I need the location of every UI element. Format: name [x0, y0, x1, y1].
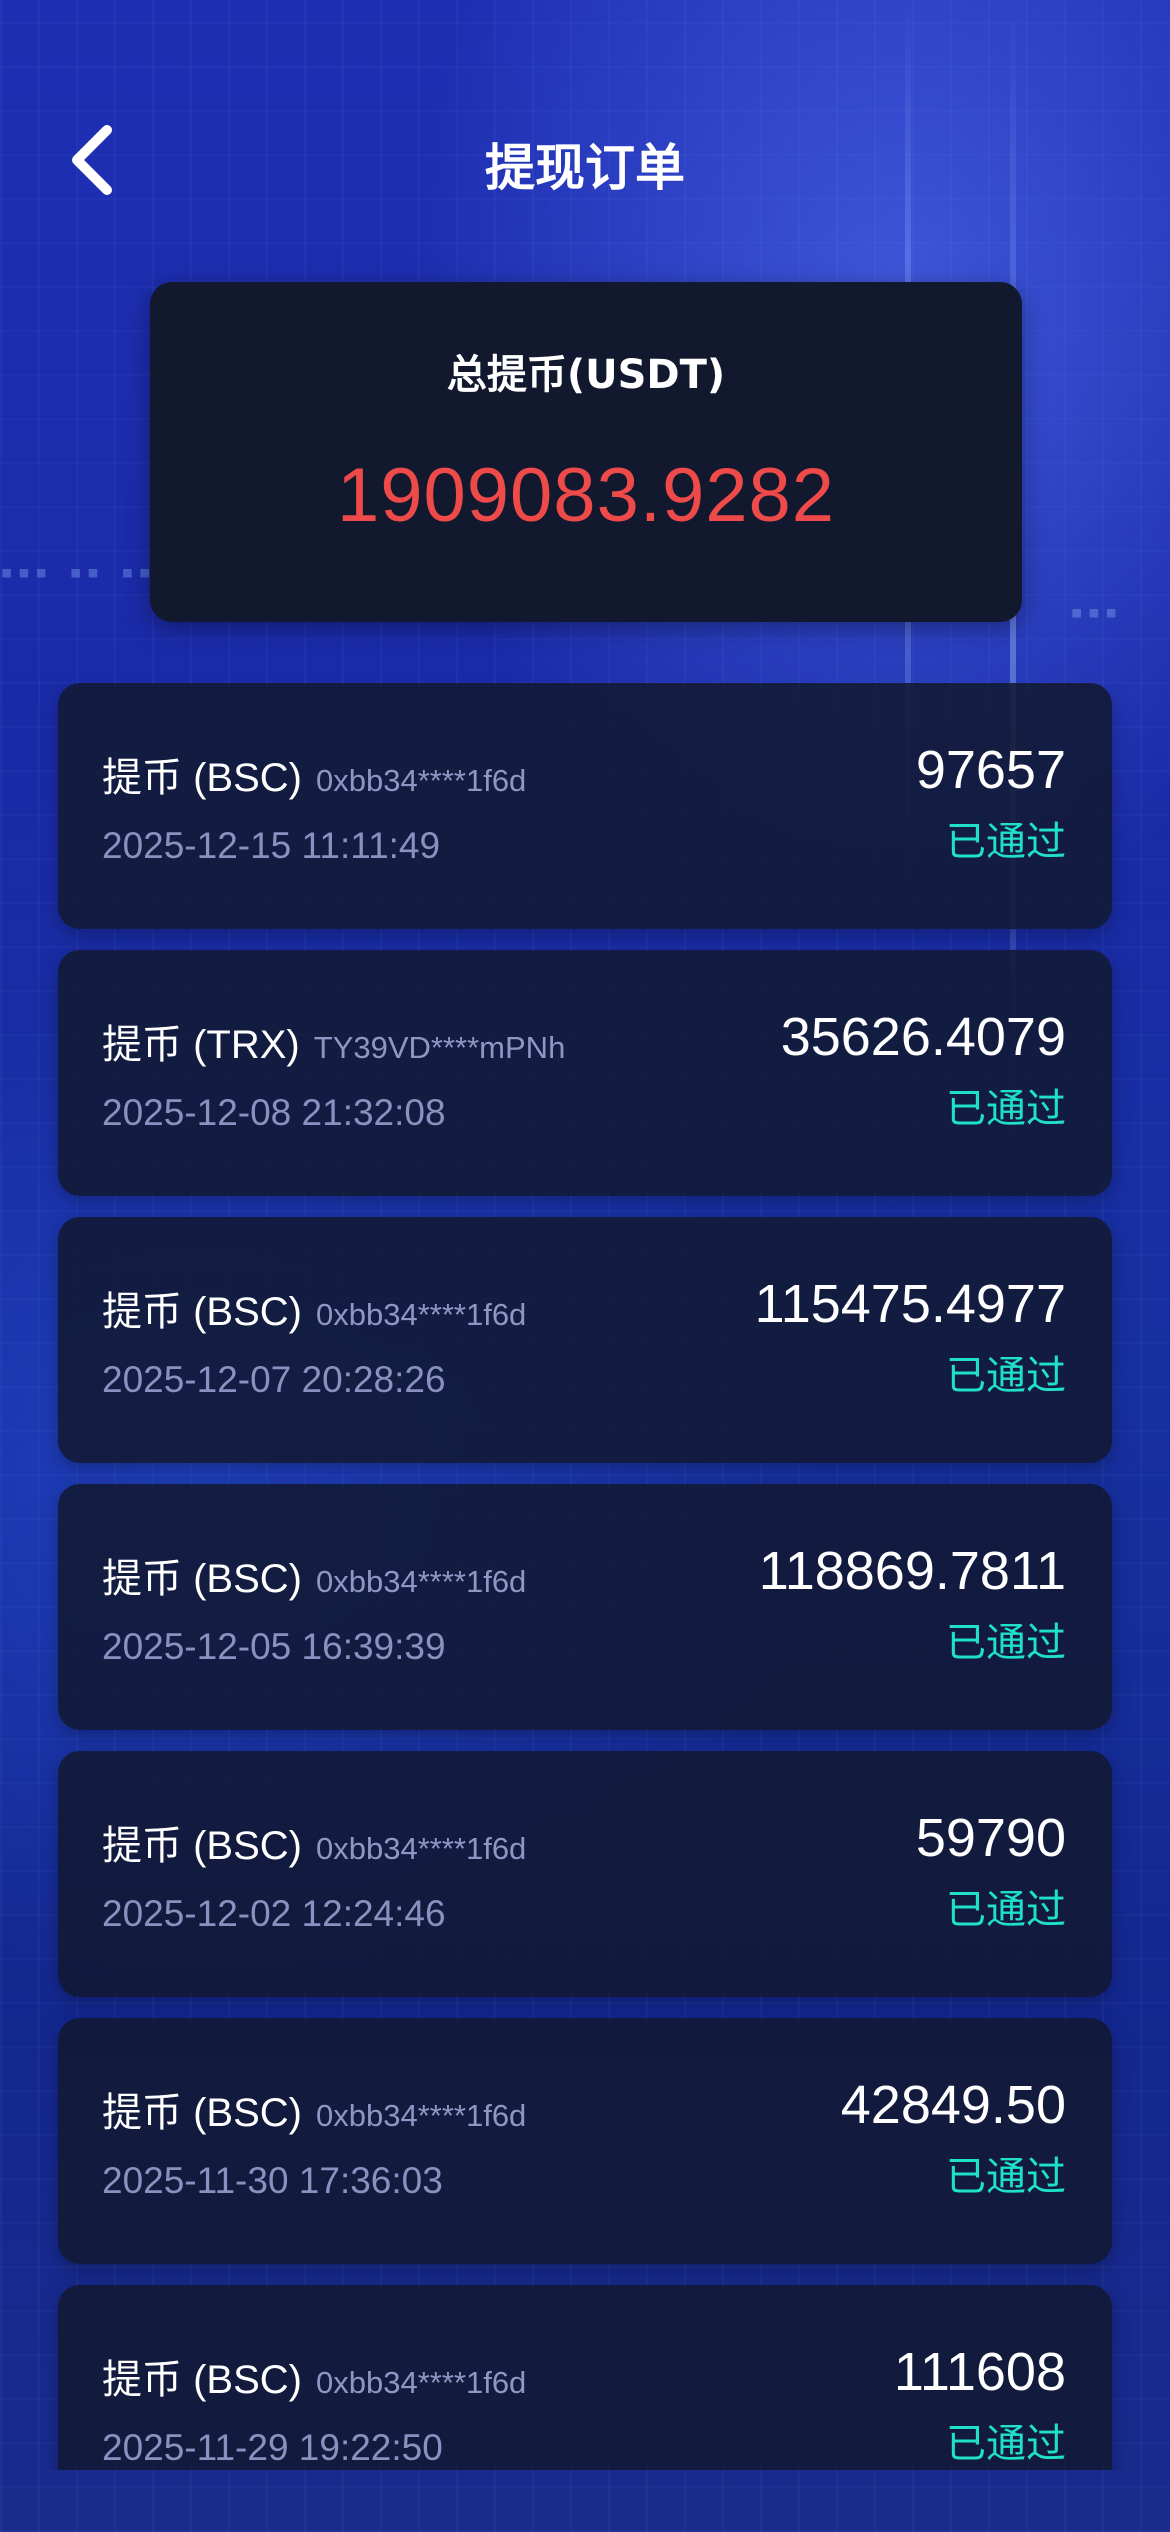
order-status: 已通过	[946, 2421, 1066, 2467]
order-time: 2025-12-07 20:28:26	[102, 1359, 446, 1400]
order-time: 2025-12-15 11:11:49	[102, 825, 441, 866]
order-list-viewport[interactable]: 提币 (BSC) 0xbb34****1f6d 2025-12-15 11:11…	[0, 683, 1170, 2470]
total-withdrawal-label: 总提币(USDT)	[446, 352, 726, 398]
order-address: TY39VD****mPNh	[313, 1030, 566, 1065]
order-amount: 111608	[893, 2342, 1066, 2402]
order-status: 已通过	[946, 1353, 1066, 1399]
order-amount: 115475.4977	[754, 1274, 1066, 1334]
order-status: 已通过	[946, 2154, 1066, 2200]
order-time: 2025-12-02 12:24:46	[102, 1893, 446, 1934]
order-amount: 59790	[915, 1808, 1066, 1868]
order-card[interactable]: 提币 (TRX) TY39VD****mPNh 2025-12-08 21:32…	[58, 950, 1112, 1196]
order-card[interactable]: 提币 (BSC) 0xbb34****1f6d 2025-11-29 19:22…	[58, 2285, 1112, 2470]
order-address: 0xbb34****1f6d	[316, 2365, 527, 2400]
header: 提现订单	[0, 110, 1170, 210]
order-card[interactable]: 提币 (BSC) 0xbb34****1f6d 2025-12-07 20:28…	[58, 1217, 1112, 1463]
total-withdrawal-card: 总提币(USDT) 1909083.9282	[150, 282, 1022, 622]
order-address: 0xbb34****1f6d	[316, 1564, 527, 1599]
order-type: 提币 (BSC)	[102, 1824, 302, 1868]
total-withdrawal-value: 1909083.9282	[336, 453, 836, 538]
order-list: 提币 (BSC) 0xbb34****1f6d 2025-12-15 11:11…	[58, 683, 1112, 2470]
order-type: 提币 (BSC)	[102, 756, 302, 800]
order-card[interactable]: 提币 (BSC) 0xbb34****1f6d 2025-12-05 16:39…	[58, 1484, 1112, 1730]
order-status: 已通过	[946, 1620, 1066, 1666]
order-time: 2025-11-30 17:36:03	[102, 2160, 443, 2201]
page-title: 提现订单	[485, 139, 685, 197]
order-card[interactable]: 提币 (BSC) 0xbb34****1f6d 2025-12-02 12:24…	[58, 1751, 1112, 1997]
order-amount: 35626.4079	[780, 1007, 1066, 1067]
order-amount: 42849.50	[840, 2075, 1066, 2135]
order-status: 已通过	[946, 1887, 1066, 1933]
order-time: 2025-12-08 21:32:08	[102, 1092, 446, 1133]
background-decoration: ▪▪▪	[1070, 600, 1122, 625]
order-address: 0xbb34****1f6d	[316, 763, 527, 798]
background-decoration: ▪▪▪ ▪▪ ▪▪▪	[0, 560, 173, 585]
order-type: 提币 (TRX)	[102, 1023, 300, 1067]
order-type: 提币 (BSC)	[102, 1557, 302, 1601]
order-address: 0xbb34****1f6d	[316, 2098, 527, 2133]
order-type: 提币 (BSC)	[102, 2358, 302, 2402]
order-address: 0xbb34****1f6d	[316, 1831, 527, 1866]
order-status: 已通过	[946, 1086, 1066, 1132]
order-card[interactable]: 提币 (BSC) 0xbb34****1f6d 2025-11-30 17:36…	[58, 2018, 1112, 2264]
order-type: 提币 (BSC)	[102, 1290, 302, 1334]
order-time: 2025-11-29 19:22:50	[102, 2427, 443, 2468]
order-card[interactable]: 提币 (BSC) 0xbb34****1f6d 2025-12-15 11:11…	[58, 683, 1112, 929]
order-type: 提币 (BSC)	[102, 2091, 302, 2135]
order-status: 已通过	[946, 819, 1066, 865]
order-amount: 97657	[915, 740, 1066, 800]
order-time: 2025-12-05 16:39:39	[102, 1626, 446, 1667]
order-amount: 118869.7811	[758, 1541, 1066, 1601]
order-address: 0xbb34****1f6d	[316, 1297, 527, 1332]
